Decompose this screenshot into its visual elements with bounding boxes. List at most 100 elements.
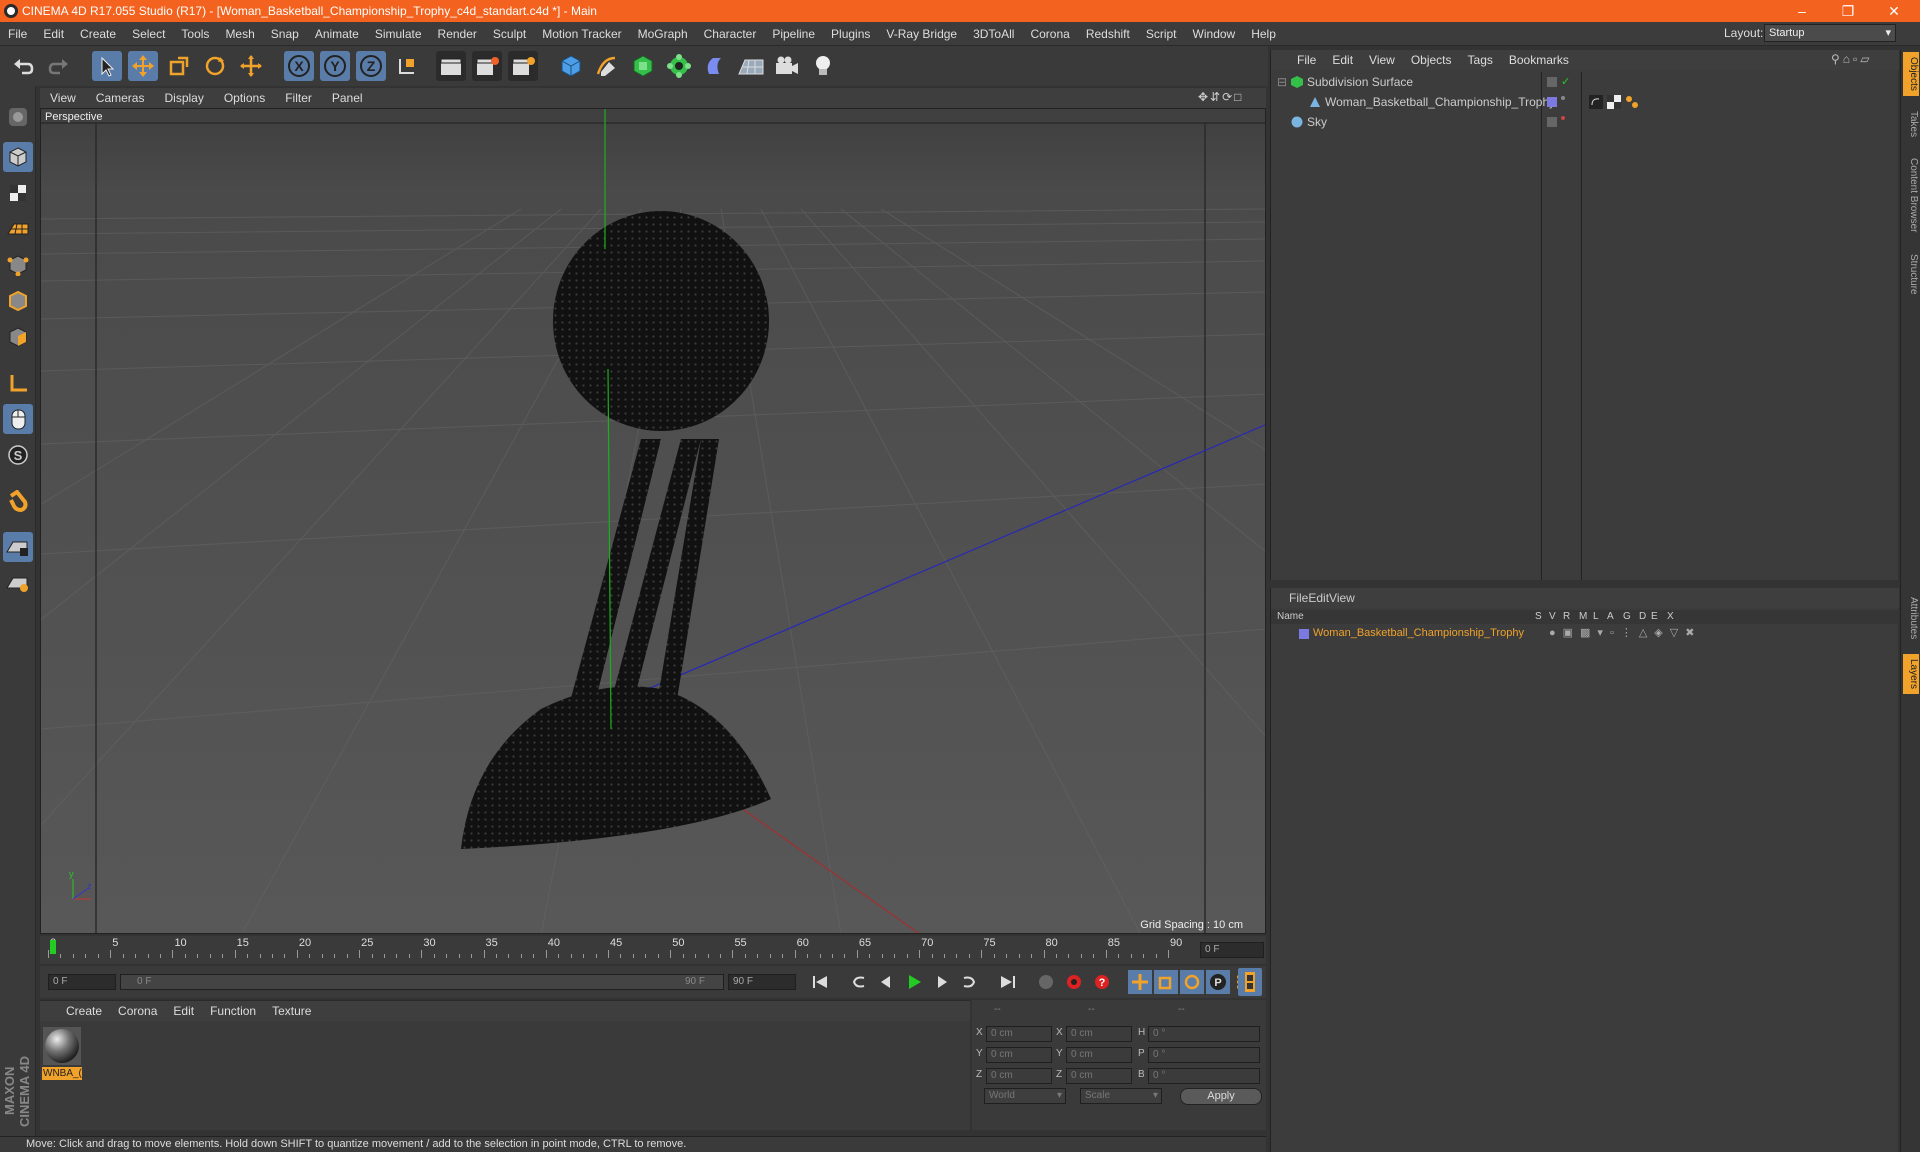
layer-column-r[interactable]: R <box>1563 611 1570 622</box>
material-item[interactable]: WNBA_( <box>42 1023 82 1081</box>
redo-button[interactable] <box>44 51 74 81</box>
layer-color-tag[interactable] <box>1547 117 1557 127</box>
perspective-viewport[interactable]: yz Perspective Grid Spacing : 10 cm <box>40 108 1266 934</box>
next-key-button[interactable] <box>958 970 982 994</box>
coord-system-select[interactable]: World ▾ <box>984 1088 1066 1104</box>
layer-color-tag[interactable] <box>1547 77 1557 87</box>
apply-button[interactable]: Apply <box>1180 1088 1262 1105</box>
menu-v-ray-bridge[interactable]: V-Ray Bridge <box>878 27 965 41</box>
layer-column-name[interactable]: Name <box>1277 611 1304 622</box>
material-tag-icon[interactable] <box>1607 95 1621 109</box>
layer-menu-edit[interactable]: Edit <box>1308 591 1329 605</box>
coord-v1-field[interactable]: 0 cm <box>986 1068 1052 1084</box>
menu-pipeline[interactable]: Pipeline <box>764 27 823 41</box>
planar-workplane-button[interactable] <box>3 568 33 598</box>
menu-edit[interactable]: Edit <box>35 27 72 41</box>
object-menu-view[interactable]: View <box>1361 53 1403 67</box>
menu-mesh[interactable]: Mesh <box>217 27 262 41</box>
object-menu-bookmarks[interactable]: Bookmarks <box>1501 53 1577 67</box>
layer-column-g[interactable]: G <box>1623 611 1631 622</box>
start-frame-field[interactable]: 0 F <box>48 974 116 990</box>
make-editable-button[interactable] <box>3 102 33 132</box>
object-menu-file[interactable]: File <box>1289 53 1324 67</box>
layer-column-s[interactable]: S <box>1535 611 1542 622</box>
add-deformer-button[interactable] <box>700 51 730 81</box>
coord-v1-field[interactable]: 0 cm <box>986 1047 1052 1063</box>
uv-tag-icon[interactable] <box>1589 95 1603 109</box>
menu-plugins[interactable]: Plugins <box>823 27 878 41</box>
move-tool-button[interactable] <box>128 51 158 81</box>
magnet-button[interactable] <box>3 486 33 516</box>
scale-tool-button[interactable] <box>164 51 194 81</box>
layer-column-l[interactable]: L <box>1593 611 1599 622</box>
key-parameter-button[interactable]: P <box>1206 970 1230 994</box>
add-cube-button[interactable] <box>556 51 586 81</box>
close-button[interactable]: ✕ <box>1872 0 1916 22</box>
go-to-end-button[interactable] <box>996 970 1020 994</box>
keyframe-selection-button[interactable]: ? <box>1090 970 1114 994</box>
select-tool-button[interactable] <box>92 51 122 81</box>
z-axis-button[interactable]: Z <box>356 51 386 81</box>
coord-v3-field[interactable]: 0 ° <box>1148 1047 1260 1063</box>
play-button[interactable] <box>902 970 926 994</box>
model-mode-button[interactable] <box>3 142 33 172</box>
menu-help[interactable]: Help <box>1243 27 1284 41</box>
render-settings-button[interactable] <box>508 51 538 81</box>
add-subdivision-button[interactable] <box>628 51 658 81</box>
key-scale-button[interactable] <box>1154 970 1178 994</box>
layer-column-e[interactable]: E <box>1651 611 1658 622</box>
visibility-dot[interactable] <box>1561 116 1565 120</box>
edges-mode-button[interactable] <box>3 286 33 316</box>
material-menu-corona[interactable]: Corona <box>110 1004 165 1018</box>
visibility-dot[interactable] <box>1561 96 1565 100</box>
add-floor-button[interactable] <box>736 51 766 81</box>
coord-v3-field[interactable]: 0 ° <box>1148 1026 1260 1042</box>
object-row-sky[interactable]: Sky <box>1271 112 1899 132</box>
tweak-mode-button[interactable] <box>3 404 33 434</box>
menu-create[interactable]: Create <box>72 27 124 41</box>
object-menu-edit[interactable]: Edit <box>1324 53 1361 67</box>
auto-key-button[interactable] <box>1062 970 1086 994</box>
minimize-button[interactable]: – <box>1780 0 1824 22</box>
y-axis-button[interactable]: Y <box>320 51 350 81</box>
layer-menu-file[interactable]: File <box>1289 591 1308 605</box>
menu-file[interactable]: File <box>0 27 35 41</box>
coord-v2-field[interactable]: 0 cm <box>1066 1026 1132 1042</box>
material-menu-create[interactable]: Create <box>58 1004 110 1018</box>
undo-button[interactable] <box>8 51 38 81</box>
menu-select[interactable]: Select <box>124 27 173 41</box>
render-picture-viewer-button[interactable] <box>472 51 502 81</box>
layout-select[interactable]: Startup ▾ <box>1764 24 1896 42</box>
viewport-menu-view[interactable]: View <box>40 91 86 105</box>
menu-window[interactable]: Window <box>1185 27 1244 41</box>
menu-3dtoall[interactable]: 3DToAll <box>965 27 1022 41</box>
max-frame-field[interactable]: 90 F <box>728 974 796 990</box>
layer-column-d[interactable]: D <box>1639 611 1646 622</box>
go-to-start-button[interactable] <box>808 970 832 994</box>
menu-snap[interactable]: Snap <box>263 27 307 41</box>
current-frame-field[interactable]: 0 F <box>1200 942 1264 958</box>
menu-tools[interactable]: Tools <box>173 27 217 41</box>
live-selection-button[interactable] <box>236 51 266 81</box>
menu-simulate[interactable]: Simulate <box>367 27 430 41</box>
coord-v2-field[interactable]: 0 cm <box>1066 1047 1132 1063</box>
menu-corona[interactable]: Corona <box>1022 27 1077 41</box>
tab-content-browser[interactable]: Content Browser <box>1903 150 1919 240</box>
add-spline-button[interactable] <box>592 51 622 81</box>
restore-button[interactable]: ❐ <box>1826 0 1870 22</box>
polygons-mode-button[interactable] <box>3 322 33 352</box>
object-row-subdivision[interactable]: ⊟ Subdivision Surface ✓ <box>1271 72 1899 92</box>
add-light-button[interactable] <box>808 51 838 81</box>
tab-structure[interactable]: Structure <box>1903 246 1919 302</box>
viewport-menu-panel[interactable]: Panel <box>322 91 373 105</box>
prev-frame-button[interactable] <box>874 970 898 994</box>
layer-color-swatch[interactable] <box>1299 629 1309 639</box>
tree-collapse-icon[interactable]: ⊟ <box>1277 72 1287 92</box>
frame-range-slider[interactable]: 0 F 90 F <box>120 974 724 990</box>
layer-color-tag[interactable] <box>1547 97 1557 107</box>
snap-button[interactable]: S <box>3 440 33 470</box>
record-keys-button[interactable] <box>1034 970 1058 994</box>
material-menu-function[interactable]: Function <box>202 1004 264 1018</box>
coord-v3-field[interactable]: 0 ° <box>1148 1068 1260 1084</box>
menu-render[interactable]: Render <box>430 27 485 41</box>
